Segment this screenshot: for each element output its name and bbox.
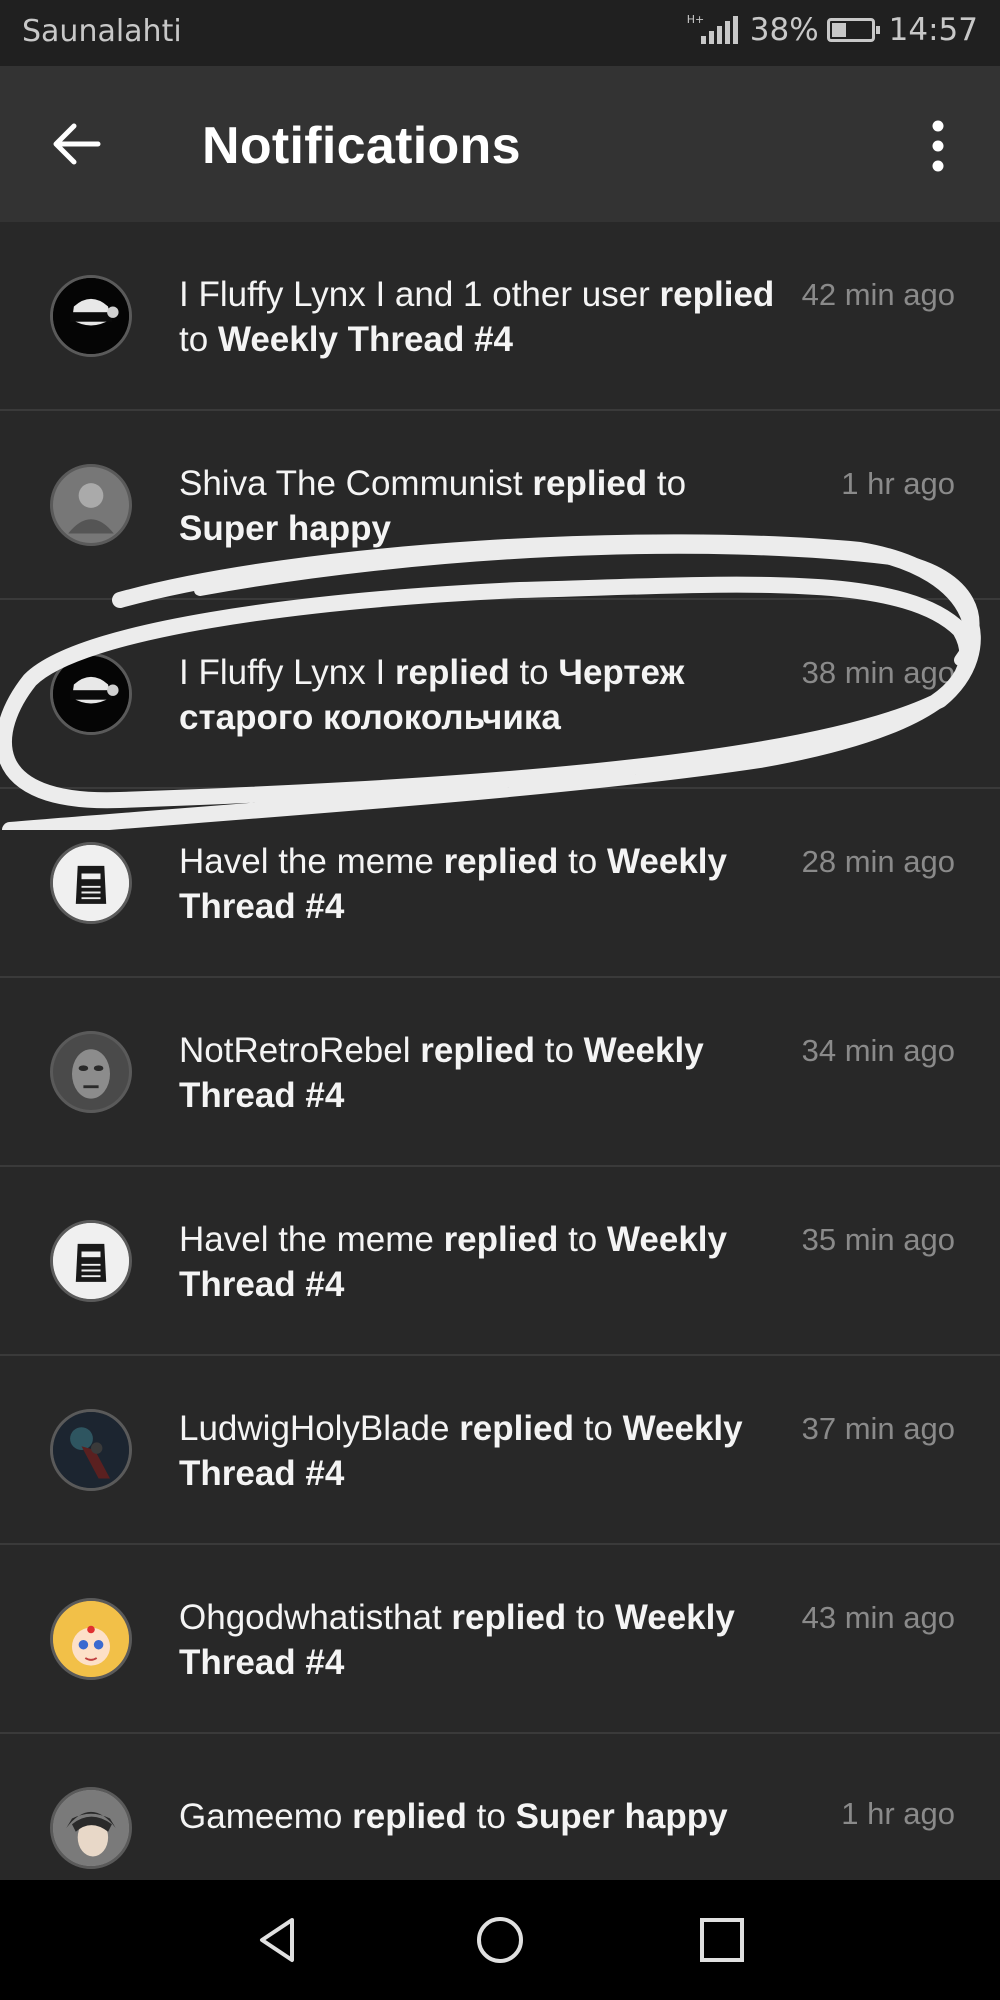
knight-helmet-avatar[interactable] [50,842,132,924]
notification-text: LudwigHolyBlade replied to Weekly Thread… [179,1406,779,1496]
notification-time: 42 min ago [801,277,955,312]
anime-girl-avatar[interactable] [50,1598,132,1680]
notification-item[interactable]: NotRetroRebel replied to Weekly Thread #… [0,978,1000,1167]
notification-text: I Fluffy Lynx I replied to Чертеж старог… [179,650,779,740]
notification-user: I Fluffy Lynx I and 1 other user [179,275,650,314]
notification-prep: to [519,653,549,692]
notification-text: Havel the meme replied to Weekly Thread … [179,839,779,929]
masked-face-avatar[interactable] [50,275,132,357]
notification-item[interactable]: I Fluffy Lynx I replied to Чертеж старог… [0,600,1000,789]
dark-hunter-avatar[interactable] [50,1409,132,1491]
page-title: Notifications [202,117,521,175]
notification-action: replied [451,1598,567,1637]
notification-user: Gameemo [179,1797,343,1836]
notification-prep: to [575,1598,606,1637]
notification-time: 1 hr ago [841,1796,955,1831]
square-recents-icon[interactable] [694,1912,750,1968]
anime-boy-avatar[interactable] [50,1787,132,1869]
notification-action: replied [443,842,559,881]
masked-face-avatar[interactable] [50,653,132,735]
notification-action: replied [443,1220,559,1259]
notification-time: 28 min ago [801,844,955,879]
notification-target[interactable]: Weekly Thread #4 [218,320,513,359]
notification-prep: to [583,1409,613,1448]
notification-action: replied [532,464,648,503]
notification-prep: to [544,1031,574,1070]
notification-prep: to [656,464,687,503]
notification-user: Ohgodwhatisthat [179,1598,442,1637]
clock: 14:57 [888,12,978,48]
notification-item[interactable]: I Fluffy Lynx I and 1 other user replied… [0,222,1000,411]
notification-text: Ohgodwhatisthat replied to Weekly Thread… [179,1595,779,1685]
battery-icon [826,18,880,42]
notification-list: I Fluffy Lynx I and 1 other user replied… [0,222,1000,1923]
notification-text: NotRetroRebel replied to Weekly Thread #… [179,1028,779,1118]
notification-user: Havel the meme [179,1220,434,1259]
more-vertical-icon[interactable] [918,118,958,174]
system-nav-bar [0,1880,1000,2000]
status-bar: Saunalahti H+ 38% 14:57 [0,0,1000,66]
notification-action: replied [394,653,510,692]
notification-user: I Fluffy Lynx I [179,653,386,692]
notification-prep: to [568,842,598,881]
notification-target[interactable]: Super happy [516,1797,728,1836]
notification-user: LudwigHolyBlade [179,1409,450,1448]
notification-time: 34 min ago [801,1033,955,1068]
notification-prep: to [568,1220,598,1259]
notification-time: 1 hr ago [841,466,955,501]
notification-prep: to [476,1797,506,1836]
notification-user: Shiva The Communist [179,464,523,503]
arrow-left-icon[interactable] [48,116,104,172]
battery-percent: 38% [749,12,819,48]
notification-time: 43 min ago [801,1600,955,1635]
stone-face-avatar[interactable] [50,1031,132,1113]
notification-action: replied [459,1409,574,1448]
signal-icon: H+ [686,13,738,44]
notification-item[interactable]: Havel the meme replied to Weekly Thread … [0,1167,1000,1356]
status-icons: H+ 38% 14:57 [687,12,978,48]
portrait-avatar[interactable] [50,464,132,546]
notification-text: Gameemo replied to Super happy [179,1794,779,1839]
app-bar: Notifications [0,66,1000,222]
carrier-name: Saunalahti [22,14,182,49]
notification-text: Shiva The Communist replied to Super hap… [179,461,779,551]
notification-item[interactable]: Havel the meme replied to Weekly Thread … [0,789,1000,978]
notification-text: Havel the meme replied to Weekly Thread … [179,1217,779,1307]
network-type: H+ [686,13,705,26]
notification-target[interactable]: Super happy [179,509,391,548]
notification-action: replied [420,1031,535,1070]
circle-home-icon[interactable] [472,1912,528,1968]
notification-item[interactable]: Ohgodwhatisthat replied to Weekly Thread… [0,1545,1000,1734]
triangle-back-icon[interactable] [250,1912,306,1968]
notification-action: replied [659,275,775,314]
notification-item[interactable]: Shiva The Communist replied to Super hap… [0,411,1000,600]
notification-user: Havel the meme [179,842,434,881]
notification-prep: to [179,320,209,359]
knight-helmet-avatar[interactable] [50,1220,132,1302]
notification-time: 35 min ago [801,1222,955,1257]
notification-time: 37 min ago [801,1411,955,1446]
notification-item[interactable]: LudwigHolyBlade replied to Weekly Thread… [0,1356,1000,1545]
notification-time: 38 min ago [801,655,955,690]
notification-action: replied [352,1797,467,1836]
notification-text: I Fluffy Lynx I and 1 other user replied… [179,272,779,362]
notification-user: NotRetroRebel [179,1031,411,1070]
